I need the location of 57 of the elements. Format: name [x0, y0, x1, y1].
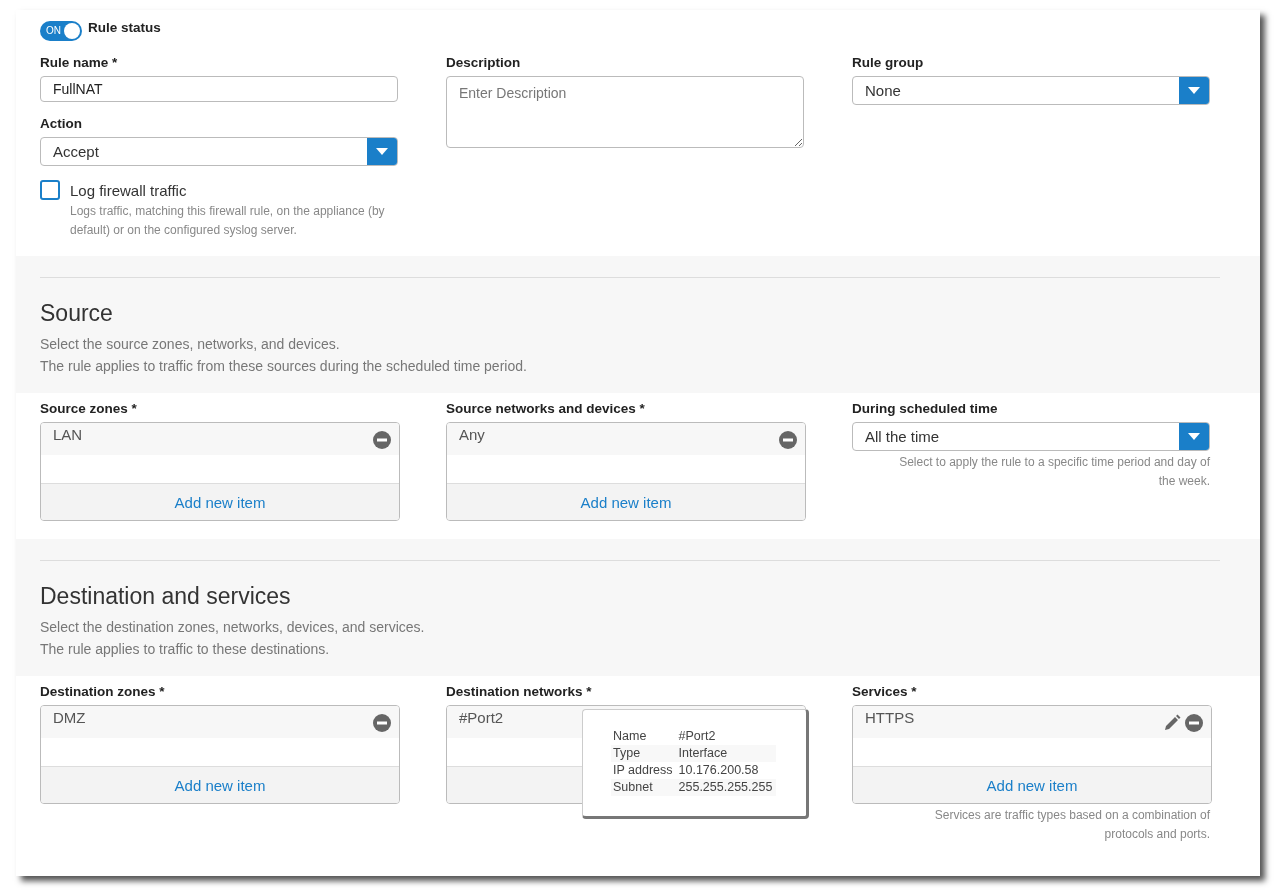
rule-name-input[interactable]: FullNAT — [40, 76, 398, 102]
list-item[interactable]: DMZ — [53, 709, 86, 726]
schedule-dropdown[interactable]: All the time — [852, 422, 1210, 451]
help-text: Services are traffic types based on a combination of protocols and ports. — [933, 807, 1210, 843]
tooltip-value: #Port2 — [676, 728, 777, 745]
tooltip-value: Interface — [676, 745, 777, 762]
pencil-icon[interactable] — [1163, 714, 1181, 732]
add-item-button[interactable]: Add new item — [447, 484, 805, 520]
list-item[interactable]: LAN — [53, 426, 83, 443]
remove-icon[interactable] — [373, 714, 391, 732]
rule-group-dropdown[interactable]: None — [852, 76, 1210, 105]
field-label: Description — [446, 55, 522, 70]
description-input[interactable]: Enter Description — [446, 76, 804, 148]
field-label: Services * — [852, 684, 918, 699]
add-item-button[interactable]: Add new item — [41, 767, 399, 803]
list-item-row[interactable]: Any — [447, 423, 805, 455]
field-label: Source zones * — [40, 401, 138, 416]
section-description: The rule applies to traffic to these destinations. — [40, 640, 331, 659]
list-item[interactable]: Any — [459, 426, 485, 443]
section-description: Select the destination zones, networks, devices, and services. — [40, 618, 426, 637]
remove-icon[interactable] — [373, 431, 391, 449]
field-label: Source networks and devices * — [446, 401, 646, 416]
list-item[interactable]: HTTPS — [865, 709, 915, 726]
caret-icon — [1179, 423, 1209, 450]
field-label: Rule name * — [40, 55, 119, 70]
section-description: Select the source zones, networks, and devices. — [40, 335, 341, 354]
rule-status-label: Rule status — [88, 20, 161, 35]
list-item-row[interactable]: DMZ — [41, 706, 399, 738]
field-label: During scheduled time — [852, 401, 999, 416]
field-label: Destination zones * — [40, 684, 166, 699]
caret-icon — [1179, 77, 1209, 104]
help-text: Logs traffic, matching this firewall rule, on the appliance (by default) or on the configured syslog server. — [69, 203, 386, 239]
tooltip-key: IP address — [611, 762, 677, 779]
add-item-button[interactable]: Add new item — [41, 484, 399, 520]
log-checkbox[interactable] — [40, 180, 60, 200]
list-item-row[interactable]: HTTPS — [853, 706, 1211, 738]
section-description: The rule applies to traffic from these sources during the scheduled time period. — [40, 357, 528, 376]
rule-status-toggle[interactable]: ON — [40, 20, 82, 41]
tooltip-value: 10.176.200.58 — [676, 762, 777, 779]
field-label: Rule group — [852, 55, 925, 70]
tooltip-key: Type — [611, 745, 677, 762]
action-dropdown[interactable]: Accept — [40, 137, 398, 166]
remove-icon[interactable] — [779, 431, 797, 449]
remove-icon[interactable] — [1185, 714, 1203, 732]
checkbox-label: Log firewall traffic — [70, 181, 187, 199]
section-title: Destination and services — [40, 583, 292, 610]
help-text: Select to apply the rule to a specific time period and day of the week. — [898, 454, 1210, 490]
list-item-row[interactable]: LAN — [41, 423, 399, 455]
tooltip-value: 255.255.255.255 — [676, 779, 777, 796]
field-label: Destination networks * — [446, 684, 593, 699]
field-label: Action — [40, 116, 83, 131]
tooltip-key: Name — [611, 728, 677, 745]
section-title: Source — [40, 300, 114, 327]
add-item-button[interactable]: Add new item — [853, 767, 1211, 803]
tooltip-key: Subnet — [611, 779, 677, 796]
list-item[interactable]: #Port2 — [459, 709, 504, 726]
caret-icon — [367, 138, 397, 165]
